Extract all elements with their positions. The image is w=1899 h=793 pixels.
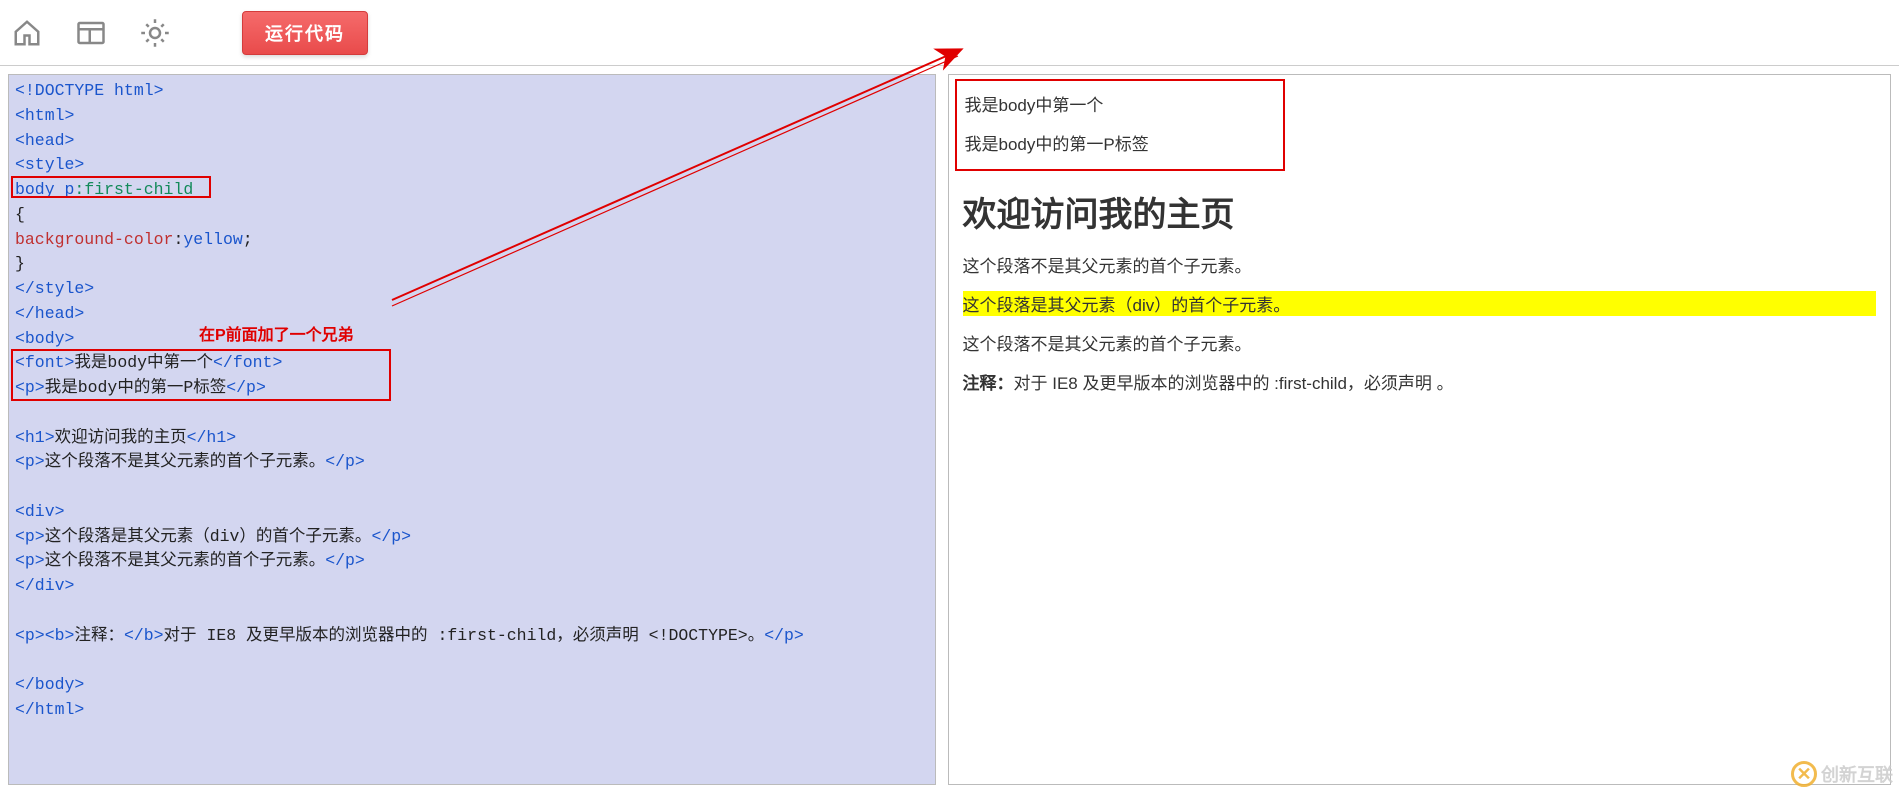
code-editor[interactable]: <!DOCTYPE html> <html> <head> <style> bo… <box>8 74 936 785</box>
code-line: <html> <box>15 106 74 125</box>
preview-p1: 我是body中的第一P标签 <box>965 130 1275 155</box>
annotation-result-highlight: 我是body中第一个 我是body中的第一P标签 <box>955 79 1285 171</box>
home-icon[interactable] <box>10 16 44 50</box>
code-line: <head> <box>15 131 74 150</box>
preview-h1: 欢迎访问我的主页 <box>963 187 1877 236</box>
code-line: background-color <box>15 230 173 249</box>
code-line: { <box>15 205 25 224</box>
preview-font-text: 我是body中第一个 <box>965 91 1275 116</box>
preview-panel: 我是body中第一个 我是body中的第一P标签 欢迎访问我的主页 这个段落不是… <box>948 74 1892 785</box>
code-line: <body> <box>15 329 74 348</box>
code-line: <!DOCTYPE html> <box>15 81 164 100</box>
code-line: <font> <box>15 353 74 372</box>
main-split: <!DOCTYPE html> <html> <head> <style> bo… <box>0 66 1899 793</box>
toolbar: 运行代码 <box>0 0 1899 66</box>
code-line: <p> <box>15 378 45 397</box>
code-line: </div> <box>15 576 74 595</box>
code-line: <p> <box>15 551 45 570</box>
sun-icon[interactable] <box>138 16 172 50</box>
code-line: </html> <box>15 700 84 719</box>
code-line: <style> <box>15 155 84 174</box>
code-line: } <box>15 254 25 273</box>
code-line: </head> <box>15 304 84 323</box>
code-line: <p> <box>15 452 45 471</box>
preview-p4: 这个段落不是其父元素的首个子元素。 <box>963 330 1877 355</box>
code-line: <div> <box>15 502 65 521</box>
code-line: <p> <box>15 527 45 546</box>
preview-p2: 这个段落不是其父元素的首个子元素。 <box>963 252 1877 277</box>
code-line: body <box>15 180 65 199</box>
code-line: </style> <box>15 279 94 298</box>
code-line: <h1> <box>15 428 55 447</box>
layout-icon[interactable] <box>74 16 108 50</box>
preview-note: 注释：对于 IE8 及更早版本的浏览器中的 :first-child，必须声明 … <box>963 369 1877 394</box>
run-code-button[interactable]: 运行代码 <box>242 11 368 55</box>
code-line: <p> <box>15 626 45 645</box>
code-line: </body> <box>15 675 84 694</box>
preview-p3-highlighted: 这个段落是其父元素（div）的首个子元素。 <box>963 291 1877 316</box>
